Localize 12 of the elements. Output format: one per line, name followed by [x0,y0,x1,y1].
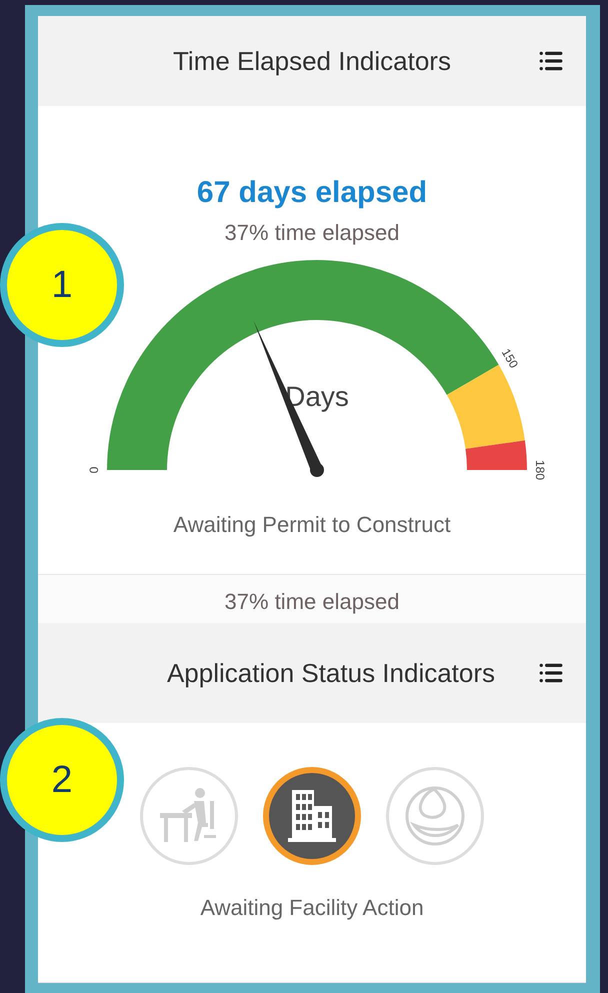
card-title: Application Status Indicators [166,658,496,688]
gauge-tick-label: 180 [532,460,546,480]
building-icon [288,790,336,842]
globe-icon [404,785,466,847]
gauge-tick-label: 150 [498,346,520,371]
percent-elapsed-text: 37% time elapsed [224,588,400,616]
percent-elapsed-text: 37% time elapsed [224,220,400,246]
days-elapsed-heading: 67 days elapsed [196,176,428,210]
card-title: Time Elapsed Indicators [172,46,452,76]
status-caption: Awaiting Facility Action [200,895,424,921]
gauge-tick-label: 0 [86,466,101,474]
gauge-caption: Awaiting Permit to Construct [173,512,451,538]
